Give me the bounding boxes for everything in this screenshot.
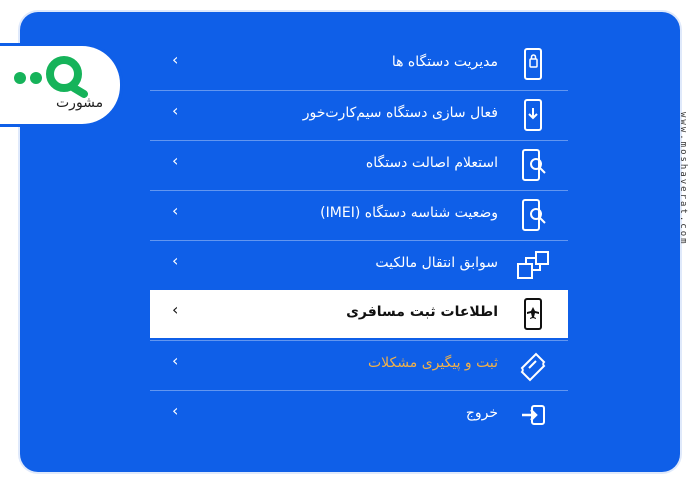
chevron-left-icon: ‹ bbox=[172, 300, 179, 319]
menu-item-activate-device[interactable]: ‹ فعال سازی دستگاه سیم‌کارت‌خور bbox=[150, 90, 568, 139]
ticket-icon bbox=[514, 346, 552, 384]
site-url: www.moshaverat.com bbox=[678, 112, 688, 246]
phone-lock-icon bbox=[514, 45, 552, 83]
menu-item-label: سوابق انتقال مالکیت bbox=[375, 255, 498, 271]
chevron-left-icon: ‹ bbox=[172, 201, 179, 220]
menu-item-manage-devices[interactable]: ‹ مدیریت دستگاه ها bbox=[150, 40, 568, 88]
chevron-left-icon: ‹ bbox=[172, 401, 179, 420]
phone-download-icon bbox=[514, 96, 552, 134]
brand-logo: مشورت bbox=[0, 46, 120, 124]
brand-name: مشورت bbox=[56, 95, 104, 111]
menu-item-imei-status[interactable]: ‹ وضعیت شناسه دستگاه (IMEI) bbox=[150, 190, 568, 239]
menu-item-label: ثبت و پیگیری مشکلات bbox=[368, 355, 498, 371]
menu-item-label: خروج bbox=[465, 405, 498, 421]
menu-item-logout[interactable]: ‹ خروج bbox=[150, 390, 568, 439]
menu-item-label: اطلاعات ثبت مسافری bbox=[346, 304, 498, 320]
ownership-transfer-icon bbox=[514, 246, 552, 284]
chevron-left-icon: ‹ bbox=[172, 251, 179, 270]
chevron-left-icon: ‹ bbox=[172, 101, 179, 120]
logout-icon bbox=[514, 396, 552, 434]
menu-item-label: فعال سازی دستگاه سیم‌کارت‌خور bbox=[302, 105, 498, 121]
logo-icon bbox=[14, 56, 88, 98]
phone-airplane-icon bbox=[514, 295, 552, 333]
side-menu: ‹ مدیریت دستگاه ها ‹ فعال سازی دستگاه سی… bbox=[150, 40, 568, 440]
menu-item-label: مدیریت دستگاه ها bbox=[391, 54, 498, 70]
chevron-left-icon: ‹ bbox=[172, 351, 179, 370]
chevron-left-icon: ‹ bbox=[172, 50, 179, 69]
menu-item-ownership-history[interactable]: ‹ سوابق انتقال مالکیت bbox=[150, 240, 568, 289]
menu-item-report-problems[interactable]: ‹ ثبت و پیگیری مشکلات bbox=[150, 340, 568, 389]
menu-item-authenticity-check[interactable]: ‹ استعلام اصالت دستگاه bbox=[150, 140, 568, 189]
phone-search-icon bbox=[514, 146, 552, 184]
phone-search-icon bbox=[514, 196, 552, 234]
menu-item-label: استعلام اصالت دستگاه bbox=[365, 155, 498, 171]
menu-item-travel-registration[interactable]: ‹ اطلاعات ثبت مسافری bbox=[150, 290, 568, 338]
chevron-left-icon: ‹ bbox=[172, 151, 179, 170]
menu-item-label: وضعیت شناسه دستگاه (IMEI) bbox=[320, 205, 498, 221]
